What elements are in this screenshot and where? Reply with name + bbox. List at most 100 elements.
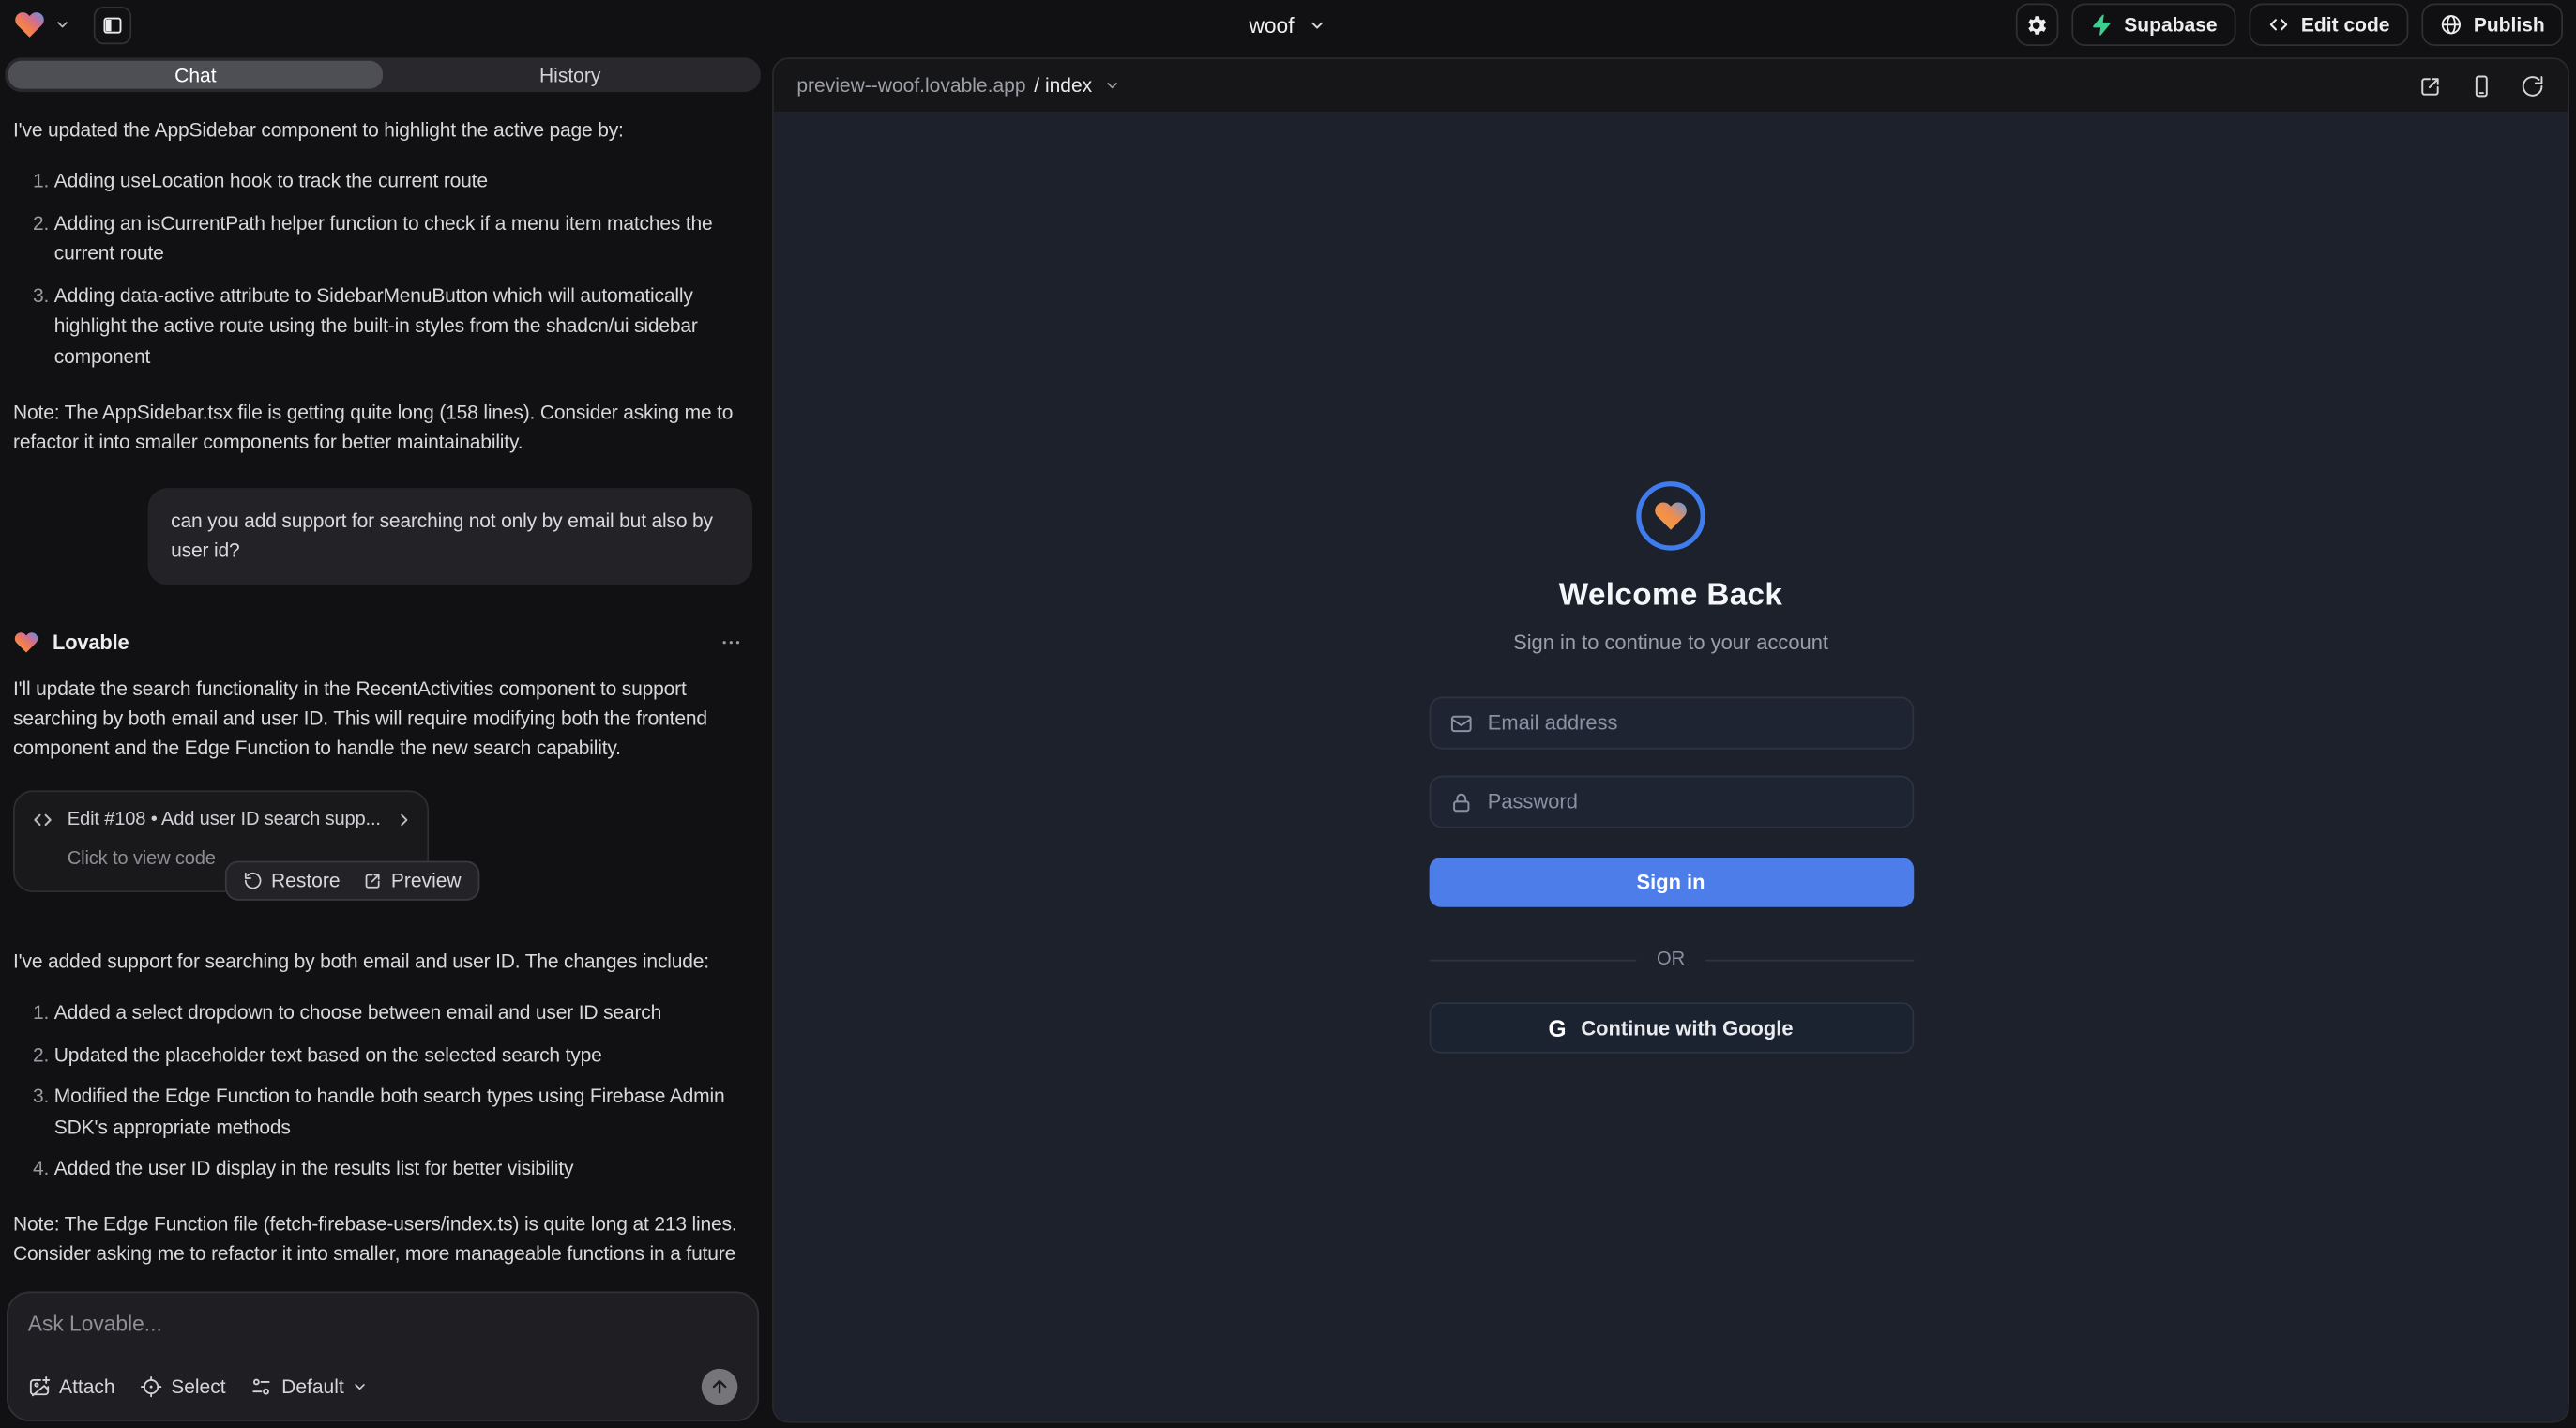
edit-card-title-row: Edit #108 • Add user ID search supp... [31,806,411,834]
google-signin-button[interactable]: G Continue with Google [1429,1002,1914,1053]
list-item: Adding an isCurrentPath helper function … [54,208,752,269]
project-name: woof [1249,12,1294,37]
list-item: Added the user ID display in the results… [54,1154,752,1185]
message-paragraph: Note: The Edge Function file (fetch-fire… [13,1209,752,1275]
sidebar-toggle-button[interactable] [94,6,131,43]
chevron-down-icon [353,1378,370,1395]
preview-button[interactable]: Preview [363,869,462,892]
assistant-message: Lovable I'll update the search functiona… [13,628,752,1275]
user-message: can you add support for searching not on… [148,487,752,585]
chevron-down-icon[interactable] [54,17,71,34]
preview-url[interactable]: preview--woof.lovable.app / index [796,74,1120,98]
sender-name: Lovable [53,628,129,659]
google-icon: G [1549,1014,1567,1041]
lovable-heart-icon [13,630,39,656]
welcome-subtitle: Sign in to continue to your account [1513,630,1828,654]
refresh-button[interactable] [2520,73,2544,98]
topbar-left [13,6,131,43]
crosshair-icon [140,1375,163,1399]
email-field[interactable] [1429,697,1914,750]
topbar: woof Supabase Edit code Publish [0,0,2576,50]
signin-card: Welcome Back Sign in to continue to your… [1429,481,1914,1053]
heart-icon [1653,498,1690,535]
project-switcher[interactable]: woof [1249,0,1326,50]
signin-button[interactable]: Sign in [1429,858,1914,907]
preview-url-host: preview--woof.lovable.app [796,74,1025,98]
restore-icon [243,870,263,889]
version-actions-bar: Restore Preview [225,860,479,900]
chevron-down-icon [1103,77,1120,94]
message-paragraph: I've added support for searching by both… [13,947,752,977]
publish-label: Publish [2474,13,2545,37]
restore-button[interactable]: Restore [243,869,340,892]
preview-url-path: / index [1034,74,1092,98]
email-input[interactable] [1488,711,1894,735]
publish-button[interactable]: Publish [2421,4,2563,47]
assistant-message-header: Lovable [13,628,752,659]
chat-panel: Chat History I've updated the AppSidebar… [0,50,765,1428]
composer-toolbar: Attach Select Default [28,1369,738,1405]
preview-viewport: Welcome Back Sign in to continue to your… [774,114,2568,1421]
message-paragraph: I'll update the search functionality in … [13,673,752,762]
password-input[interactable] [1488,790,1894,813]
numbered-list: Adding useLocation hook to track the cur… [13,166,752,372]
list-item: Adding data-active attribute to SidebarM… [54,281,752,372]
or-divider: OR [1429,949,1914,969]
mail-icon [1448,710,1473,735]
list-item: Added a select dropdown to choose betwee… [54,997,752,1028]
chat-input[interactable] [28,1312,738,1336]
model-selector[interactable]: Default [250,1375,369,1399]
smartphone-icon [2469,73,2493,98]
edit-card-wrap: Edit #108 • Add user ID search supp... C… [13,789,429,891]
chevron-down-icon [1309,16,1326,34]
preview-topbar: preview--woof.lovable.app / index [774,59,2568,114]
send-button[interactable] [702,1369,738,1405]
edit-title: Edit #108 • Add user ID search supp... [68,806,381,834]
divider-line [1429,959,1637,961]
message-paragraph: Note: The AppSidebar.tsx file is getting… [13,397,752,456]
sliders-icon [250,1375,274,1399]
welcome-title: Welcome Back [1559,578,1782,615]
globe-icon [2439,13,2462,37]
arrow-up-icon [710,1377,730,1397]
code-icon [2266,13,2290,37]
supabase-icon [2090,13,2114,37]
open-in-new-tab-button[interactable] [2418,73,2443,98]
image-plus-icon [28,1375,52,1399]
refresh-icon [2520,73,2544,98]
tab-chat[interactable]: Chat [8,61,383,89]
divider-line [1705,959,1913,961]
edit-code-button[interactable]: Edit code [2249,4,2408,47]
mobile-view-button[interactable] [2469,73,2493,98]
app-logo [1636,481,1705,551]
lovable-logo[interactable] [13,8,46,41]
list-item: Updated the placeholder text based on th… [54,1040,752,1071]
more-options-icon[interactable] [720,631,743,655]
lock-icon [1448,789,1473,813]
message-paragraph: I've updated the AppSidebar component to… [13,115,752,145]
supabase-label: Supabase [2124,13,2217,37]
tab-history[interactable]: History [383,61,757,89]
composer: Attach Select Default [7,1292,759,1421]
divider-label: OR [1657,949,1685,969]
topbar-right: Supabase Edit code Publish [2016,4,2563,47]
edit-code-label: Edit code [2301,13,2390,37]
chevron-right-icon [394,811,414,830]
numbered-list: Added a select dropdown to choose betwee… [13,997,752,1185]
chat-history-tabs: Chat History [5,57,761,92]
list-item: Modified the Edge Function to handle bot… [54,1082,752,1143]
assistant-message: I've updated the AppSidebar component to… [13,115,752,457]
google-label: Continue with Google [1581,1016,1793,1040]
supabase-button[interactable]: Supabase [2071,4,2235,47]
settings-button[interactable] [2016,4,2059,47]
code-icon [31,809,54,832]
panel-left-icon [102,14,124,36]
select-button[interactable]: Select [140,1375,226,1399]
chat-message-list[interactable]: I've updated the AppSidebar component to… [0,92,765,1275]
password-field[interactable] [1429,776,1914,828]
attach-button[interactable]: Attach [28,1375,115,1399]
lovable-app-window: woof Supabase Edit code Publish Chat [0,0,2576,1428]
preview-actions [2418,73,2545,98]
gear-icon [2024,12,2049,37]
external-link-icon [2418,73,2443,98]
